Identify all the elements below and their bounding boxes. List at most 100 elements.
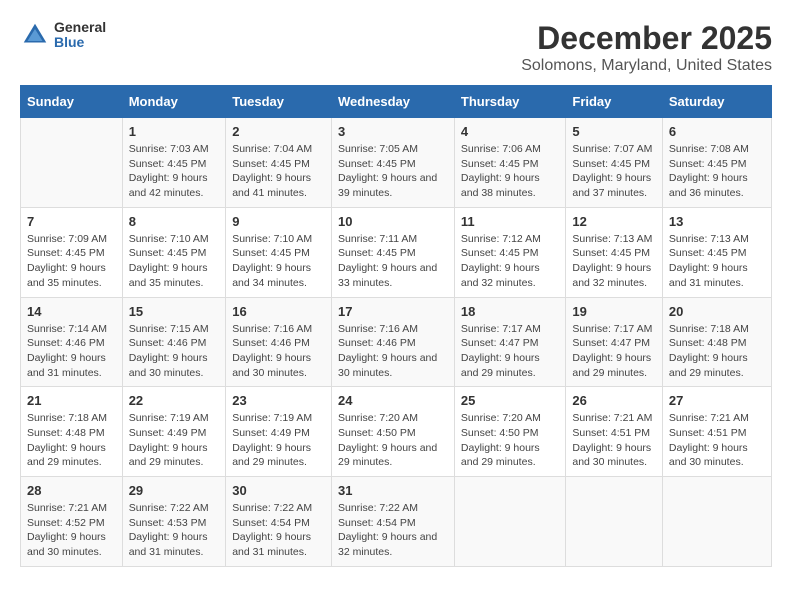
logo-blue-text: Blue — [54, 35, 106, 50]
calendar-title: December 2025 — [521, 20, 772, 57]
day-number: 16 — [232, 304, 325, 319]
day-number: 31 — [338, 483, 448, 498]
calendar-cell — [454, 477, 565, 567]
day-number: 19 — [572, 304, 656, 319]
calendar-cell: 7Sunrise: 7:09 AM Sunset: 4:45 PM Daylig… — [21, 207, 123, 297]
calendar-cell: 22Sunrise: 7:19 AM Sunset: 4:49 PM Dayli… — [122, 387, 226, 477]
calendar-cell: 30 Sunrise: 7:22 AM Sunset: 4:54 PM Dayli… — [226, 477, 332, 567]
calendar-cell: 3 Sunrise: 7:05 AM Sunset: 4:45 PM Daylig… — [331, 118, 454, 208]
day-number: 10 — [338, 214, 448, 229]
day-number: 26 — [572, 393, 656, 408]
calendar-cell: 8 Sunrise: 7:10 AM Sunset: 4:45 PM Daylig… — [122, 207, 226, 297]
day-number: 25 — [461, 393, 559, 408]
day-number: 1 — [129, 124, 220, 139]
day-detail: Sunrise: 7:07 AM Sunset: 4:45 PM Dayligh… — [572, 142, 656, 201]
day-detail: Sunrise: 7:14 AM Sunset: 4:46 PM Dayligh… — [27, 322, 116, 381]
day-number: 13 — [669, 214, 765, 229]
day-detail: Sunrise: 7:06 AM Sunset: 4:45 PM Dayligh… — [461, 142, 559, 201]
day-detail: Sunrise: 7:04 AM Sunset: 4:45 PM Dayligh… — [232, 142, 325, 201]
day-detail: Sunrise: 7:20 AM Sunset: 4:50 PM Dayligh… — [338, 411, 448, 470]
day-detail: Sunrise: 7:12 AM Sunset: 4:45 PM Dayligh… — [461, 232, 559, 291]
logo-icon — [20, 20, 50, 50]
calendar-cell: 11Sunrise: 7:12 AM Sunset: 4:45 PM Dayli… — [454, 207, 565, 297]
day-number: 12 — [572, 214, 656, 229]
calendar-table: SundayMondayTuesdayWednesdayThursdayFrid… — [20, 85, 772, 567]
day-number: 28 — [27, 483, 116, 498]
calendar-cell: 27Sunrise: 7:21 AM Sunset: 4:51 PM Dayli… — [662, 387, 771, 477]
calendar-cell: 6 Sunrise: 7:08 AM Sunset: 4:45 PM Daylig… — [662, 118, 771, 208]
day-number: 3 — [338, 124, 448, 139]
calendar-cell: 14 Sunrise: 7:14 AM Sunset: 4:46 PM Dayli… — [21, 297, 123, 387]
calendar-header: SundayMondayTuesdayWednesdayThursdayFrid… — [21, 86, 772, 118]
day-number: 18 — [461, 304, 559, 319]
day-detail: Sunrise: 7:10 AM Sunset: 4:45 PM Dayligh… — [232, 232, 325, 291]
calendar-cell: 16Sunrise: 7:16 AM Sunset: 4:46 PM Dayli… — [226, 297, 332, 387]
page-header: General Blue December 2025 Solomons, Mar… — [20, 20, 772, 75]
day-detail: Sunrise: 7:11 AM Sunset: 4:45 PM Dayligh… — [338, 232, 448, 291]
calendar-cell: 15Sunrise: 7:15 AM Sunset: 4:46 PM Dayli… — [122, 297, 226, 387]
day-detail: Sunrise: 7:22 AM Sunset: 4:54 PM Dayligh… — [338, 501, 448, 560]
day-number: 17 — [338, 304, 448, 319]
header-thursday: Thursday — [454, 86, 565, 118]
logo-general-text: General — [54, 20, 106, 35]
day-number: 14 — [27, 304, 116, 319]
day-number: 15 — [129, 304, 220, 319]
day-detail: Sunrise: 7:03 AM Sunset: 4:45 PM Dayligh… — [129, 142, 220, 201]
header-row: SundayMondayTuesdayWednesdayThursdayFrid… — [21, 86, 772, 118]
day-detail: Sunrise: 7:17 AM Sunset: 4:47 PM Dayligh… — [461, 322, 559, 381]
calendar-cell: 9Sunrise: 7:10 AM Sunset: 4:45 PM Daylig… — [226, 207, 332, 297]
calendar-cell: 21Sunrise: 7:18 AM Sunset: 4:48 PM Dayli… — [21, 387, 123, 477]
calendar-cell: 23 Sunrise: 7:19 AM Sunset: 4:49 PM Dayli… — [226, 387, 332, 477]
day-number: 21 — [27, 393, 116, 408]
day-number: 23 — [232, 393, 325, 408]
header-monday: Monday — [122, 86, 226, 118]
day-detail: Sunrise: 7:18 AM Sunset: 4:48 PM Dayligh… — [669, 322, 765, 381]
day-number: 27 — [669, 393, 765, 408]
day-detail: Sunrise: 7:05 AM Sunset: 4:45 PM Dayligh… — [338, 142, 448, 201]
calendar-row-4: 28 Sunrise: 7:21 AM Sunset: 4:52 PM Dayli… — [21, 477, 772, 567]
header-sunday: Sunday — [21, 86, 123, 118]
calendar-cell: 26Sunrise: 7:21 AM Sunset: 4:51 PM Dayli… — [566, 387, 663, 477]
day-number: 24 — [338, 393, 448, 408]
day-detail: Sunrise: 7:08 AM Sunset: 4:45 PM Dayligh… — [669, 142, 765, 201]
calendar-cell: 12 Sunrise: 7:13 AM Sunset: 4:45 PM Dayli… — [566, 207, 663, 297]
day-detail: Sunrise: 7:22 AM Sunset: 4:54 PM Dayligh… — [232, 501, 325, 560]
day-detail: Sunrise: 7:19 AM Sunset: 4:49 PM Dayligh… — [232, 411, 325, 470]
day-detail: Sunrise: 7:16 AM Sunset: 4:46 PM Dayligh… — [338, 322, 448, 381]
day-detail: Sunrise: 7:10 AM Sunset: 4:45 PM Dayligh… — [129, 232, 220, 291]
calendar-cell: 5 Sunrise: 7:07 AM Sunset: 4:45 PM Daylig… — [566, 118, 663, 208]
calendar-cell: 25 Sunrise: 7:20 AM Sunset: 4:50 PM Dayli… — [454, 387, 565, 477]
header-wednesday: Wednesday — [331, 86, 454, 118]
day-detail: Sunrise: 7:17 AM Sunset: 4:47 PM Dayligh… — [572, 322, 656, 381]
calendar-cell: 1 Sunrise: 7:03 AM Sunset: 4:45 PM Daylig… — [122, 118, 226, 208]
calendar-cell — [566, 477, 663, 567]
header-friday: Friday — [566, 86, 663, 118]
day-detail: Sunrise: 7:20 AM Sunset: 4:50 PM Dayligh… — [461, 411, 559, 470]
day-number: 7 — [27, 214, 116, 229]
day-number: 8 — [129, 214, 220, 229]
day-number: 5 — [572, 124, 656, 139]
calendar-row-2: 14 Sunrise: 7:14 AM Sunset: 4:46 PM Dayli… — [21, 297, 772, 387]
calendar-cell: 24 Sunrise: 7:20 AM Sunset: 4:50 PM Dayli… — [331, 387, 454, 477]
day-detail: Sunrise: 7:13 AM Sunset: 4:45 PM Dayligh… — [669, 232, 765, 291]
calendar-cell: 19 Sunrise: 7:17 AM Sunset: 4:47 PM Dayli… — [566, 297, 663, 387]
day-number: 6 — [669, 124, 765, 139]
calendar-row-0: 1 Sunrise: 7:03 AM Sunset: 4:45 PM Daylig… — [21, 118, 772, 208]
calendar-cell: 18 Sunrise: 7:17 AM Sunset: 4:47 PM Dayli… — [454, 297, 565, 387]
day-detail: Sunrise: 7:13 AM Sunset: 4:45 PM Dayligh… — [572, 232, 656, 291]
day-detail: Sunrise: 7:21 AM Sunset: 4:52 PM Dayligh… — [27, 501, 116, 560]
calendar-cell: 2 Sunrise: 7:04 AM Sunset: 4:45 PM Daylig… — [226, 118, 332, 208]
calendar-subtitle: Solomons, Maryland, United States — [521, 57, 772, 75]
day-number: 4 — [461, 124, 559, 139]
day-detail: Sunrise: 7:19 AM Sunset: 4:49 PM Dayligh… — [129, 411, 220, 470]
logo: General Blue — [20, 20, 106, 51]
calendar-cell: 17 Sunrise: 7:16 AM Sunset: 4:46 PM Dayli… — [331, 297, 454, 387]
day-detail: Sunrise: 7:22 AM Sunset: 4:53 PM Dayligh… — [129, 501, 220, 560]
calendar-cell: 4 Sunrise: 7:06 AM Sunset: 4:45 PM Daylig… — [454, 118, 565, 208]
calendar-cell: 20Sunrise: 7:18 AM Sunset: 4:48 PM Dayli… — [662, 297, 771, 387]
calendar-row-3: 21Sunrise: 7:18 AM Sunset: 4:48 PM Dayli… — [21, 387, 772, 477]
day-number: 2 — [232, 124, 325, 139]
day-number: 30 — [232, 483, 325, 498]
calendar-cell: 29Sunrise: 7:22 AM Sunset: 4:53 PM Dayli… — [122, 477, 226, 567]
calendar-cell — [21, 118, 123, 208]
